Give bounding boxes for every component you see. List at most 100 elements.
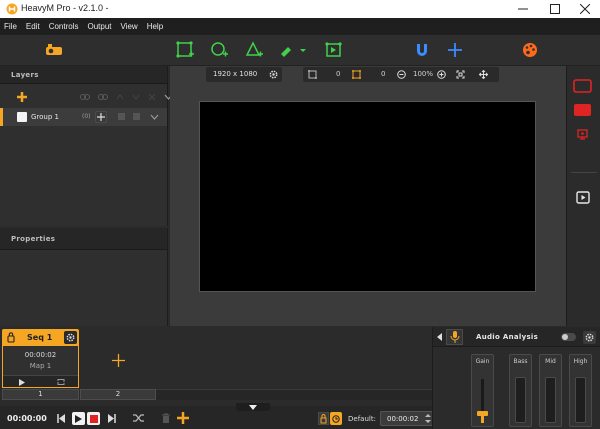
rectangle-shape-icon[interactable] [173,38,197,62]
step-play-icon[interactable] [19,379,25,386]
add-shape-to-group-button[interactable] [95,111,107,123]
resolution-label: 1920 x 1080 [213,70,258,78]
preview-play-icon[interactable] [576,191,592,205]
paint-brush-icon[interactable] [275,38,309,62]
timeline-scrollbar[interactable] [156,389,432,400]
sequence-step-card[interactable]: 00:00:02 Map 1 [2,346,79,388]
shuffle-icon[interactable] [133,413,145,423]
resolution-settings-gear-icon[interactable] [269,70,278,79]
projector-setup-icon[interactable] [42,38,66,62]
slot-number-2[interactable]: 2 [80,389,156,400]
duration-lock-icon[interactable] [318,412,329,425]
duration-stepper-icon[interactable] [425,413,431,424]
link-icon[interactable] [80,93,90,101]
selection-frame-icon[interactable] [352,70,361,79]
frame-value-b[interactable]: 0 [381,70,385,78]
zoom-out-icon[interactable] [397,70,406,79]
microphone-icon[interactable] [446,329,463,345]
gain-channel: Gain [471,354,494,427]
circle-shape-icon[interactable] [207,38,231,62]
gain-label: Gain [475,358,490,365]
stop-button[interactable] [87,412,100,425]
step-controls [3,375,78,387]
window-title: HeavyM Pro - v2.1.0 - [21,3,109,13]
step-map-name: Map 1 [29,362,52,370]
audio-header: Audio Analysis [433,327,600,347]
sequence-tab[interactable]: Seq 1 [2,329,79,346]
pan-move-icon[interactable] [479,70,488,79]
mid-meter[interactable] [545,377,556,423]
move-up-icon[interactable] [116,93,124,101]
menu-output[interactable]: Output [87,22,111,31]
high-meter[interactable] [575,377,586,423]
menu-help[interactable]: Help [147,22,163,31]
title-bar: HeavyM Pro - v2.1.0 - [0,0,600,18]
frame-value-a[interactable]: 0 [336,70,340,78]
fit-to-view-icon[interactable] [456,70,465,79]
delete-layer-icon[interactable] [148,93,156,101]
menu-controls[interactable]: Controls [49,22,79,31]
trash-icon[interactable] [161,413,171,424]
crosshair-icon[interactable] [443,38,467,62]
triangle-shape-icon[interactable] [242,38,266,62]
layer-name: Group 1 [31,113,59,121]
default-duration-value: 00:00:02 [387,415,419,423]
layer-visibility-checkbox[interactable] [17,112,27,122]
skip-forward-icon[interactable] [107,414,116,423]
collapse-panel-button[interactable] [236,403,270,411]
skip-back-icon[interactable] [57,414,66,423]
fit-frame-icon[interactable] [308,70,317,79]
slot-number-1[interactable]: 1 [2,389,79,400]
menu-edit[interactable]: Edit [26,22,40,31]
maximize-button[interactable] [540,0,570,18]
bass-meter[interactable] [515,377,526,423]
clock-icon[interactable] [330,412,342,425]
transport-time: 00:00:00 [7,414,47,423]
collapse-left-arrow-icon[interactable] [437,333,442,341]
default-duration-input[interactable]: 00:00:02 [380,411,433,426]
sidebar-divider [571,172,597,173]
unlink-icon[interactable] [98,93,108,101]
zoom-in-icon[interactable] [437,70,446,79]
play-button[interactable] [72,412,85,425]
layers-header: Layers [0,66,167,84]
magnet-icon[interactable] [410,38,434,62]
properties-header: Properties [0,228,167,250]
minimize-button[interactable] [508,0,538,18]
audio-settings-gear-icon[interactable] [583,331,596,344]
sequence-settings-gear-icon[interactable] [64,331,77,344]
sequence-lock-icon[interactable] [7,332,15,343]
layer-expand-chevron-icon[interactable] [150,113,159,121]
layer-solo-toggle[interactable] [133,113,140,120]
close-button[interactable] [570,0,600,18]
add-layer-icon[interactable] [17,92,27,102]
audio-toggle-switch[interactable] [561,333,576,341]
resolution-box: 1920 x 1080 [206,67,282,82]
menu-file[interactable]: File [4,22,17,31]
menu-bar: File Edit Controls Output View Help [0,18,600,35]
layer-row-group[interactable]: Group 1 (0) [0,108,167,126]
canvas-controls: 0 0 100% [303,67,499,82]
broadcast-icon[interactable] [576,127,590,141]
layers-panel: Layers Group 1 (0) [0,66,173,226]
output-window-outline-icon[interactable] [573,79,593,93]
step-time: 00:00:02 [24,351,57,359]
layer-lock-toggle[interactable] [118,113,125,120]
sequence-name: Seq 1 [27,333,53,342]
projection-stage[interactable] [199,101,536,292]
gain-slider-track[interactable] [481,379,484,423]
gain-slider-handle[interactable] [477,411,488,416]
duplicate-shape-icon[interactable] [322,38,346,62]
step-loop-icon[interactable] [56,378,66,386]
add-sequence-icon[interactable] [177,412,189,424]
menu-view[interactable]: View [121,22,138,31]
audio-analysis-panel: Audio Analysis Gain Bass Mid High [432,327,600,429]
move-down-icon[interactable] [132,93,140,101]
add-step-icon[interactable] [112,354,125,367]
output-window-fill-icon[interactable] [573,103,593,117]
layer-count: (0) [82,113,91,120]
bass-label: Bass [513,358,528,365]
palette-icon[interactable] [518,38,542,62]
sequence-panel: Seq 1 00:00:02 Map 1 1 2 [0,327,432,412]
high-channel: High [569,354,592,427]
